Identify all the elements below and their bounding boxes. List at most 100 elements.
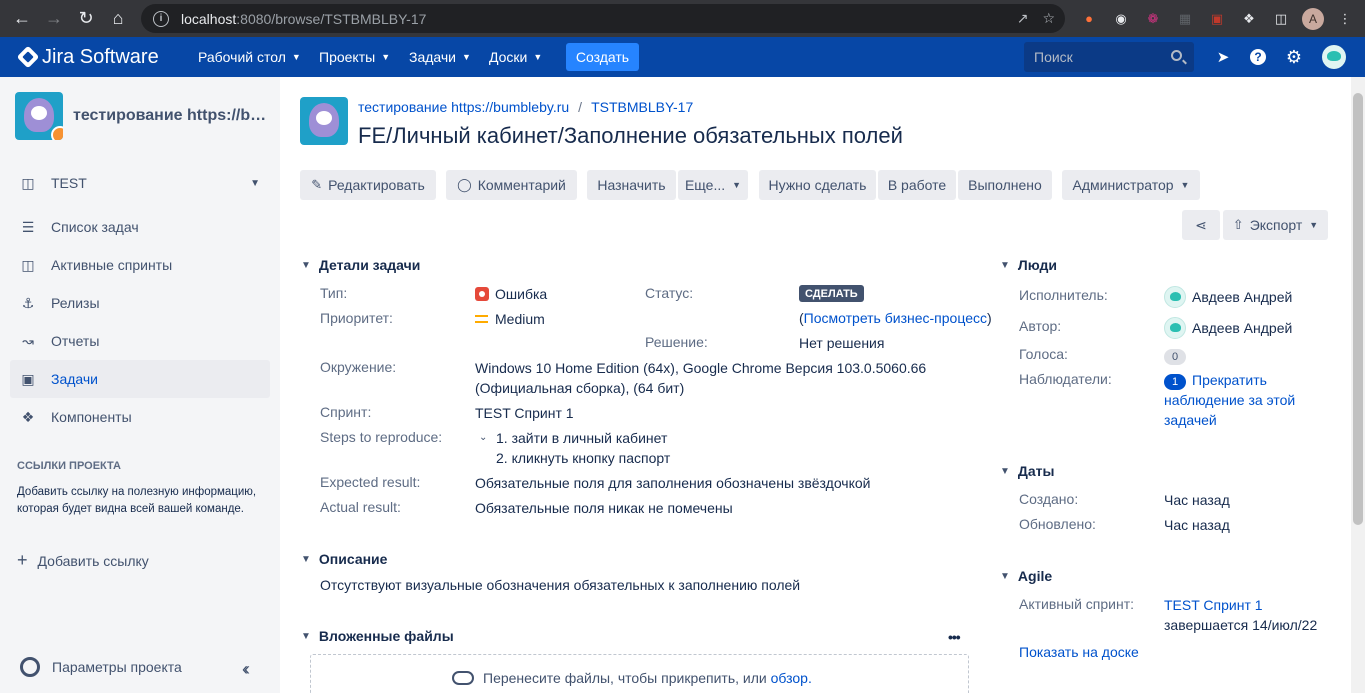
menu-issues[interactable]: Задачи ▼ [409, 37, 471, 77]
environment-value[interactable]: Windows 10 Home Edition (64x), Google Ch… [475, 358, 935, 398]
admin-button[interactable]: Администратор ▼ [1062, 170, 1200, 200]
resolution-value: Нет решения [799, 335, 885, 351]
transition-todo-button[interactable]: Нужно сделать [759, 170, 876, 200]
description-section-toggle[interactable]: ▼ Описание [301, 551, 387, 567]
forward-icon[interactable]: → [38, 0, 70, 37]
sidebar-item-label: Список задач [51, 219, 139, 235]
menu-projects[interactable]: Проекты ▼ [319, 37, 390, 77]
more-actions-button[interactable]: Еще... ▼ [678, 170, 748, 200]
issue-title[interactable]: FE/Личный кабинет/Заполнение обязательны… [358, 123, 903, 149]
project-name[interactable]: тестирование https://bumbleby.ru [73, 107, 269, 125]
chevron-down-icon: ▼ [533, 52, 543, 62]
details-section-toggle[interactable]: ▼ Детали задачи [301, 257, 420, 273]
menu-projects-label: Проекты [319, 49, 376, 65]
extension-fire-icon[interactable]: ● [1078, 8, 1100, 30]
settings-gear-icon[interactable]: ⚙ [1284, 47, 1304, 67]
back-icon[interactable]: ← [6, 0, 38, 37]
bug-icon [475, 287, 489, 301]
browse-files-link[interactable]: обзор. [771, 670, 812, 686]
jira-top-nav: Jira Software Рабочий стол ▼ Проекты ▼ Зад… [0, 37, 1365, 77]
breadcrumb: тестирование https://bumbleby.ru / TSTBM… [358, 99, 693, 115]
attachments-more-icon[interactable]: ••• [948, 627, 961, 647]
stop-watching-link[interactable]: Прекратить наблюдение за этой задачей [1164, 370, 1324, 430]
dates-heading: Даты [1017, 463, 1055, 479]
agile-section-toggle[interactable]: ▼ Agile [1000, 568, 1052, 584]
address-bar[interactable]: i localhost:8080/browse/TSTBMBLBY-17 ↗ ☆ [141, 4, 1065, 33]
sprint-value[interactable]: TEST Спринт 1 [475, 403, 574, 423]
sidebar-item-components[interactable]: ❖ Компоненты [10, 398, 270, 436]
chevron-down-icon: ▼ [1000, 259, 1010, 271]
view-workflow-link[interactable]: Посмотреть бизнес-процесс [804, 310, 987, 326]
url-host: localhost [181, 10, 237, 27]
breadcrumb-issue-key[interactable]: TSTBMBLBY-17 [591, 99, 693, 115]
sidebar-item-active-sprints[interactable]: ◫ Активные спринты [10, 246, 270, 284]
scrollbar-thumb[interactable] [1353, 93, 1363, 525]
description-text[interactable]: Отсутствуют визуальные обозначения обяза… [320, 575, 800, 595]
side-panel-icon[interactable]: ◫ [1270, 8, 1292, 30]
actual-result-label: Actual result: [320, 499, 401, 515]
attachments-heading: Вложенные файлы [318, 628, 454, 644]
board-selector[interactable]: ◫ TEST ▼ [10, 164, 270, 202]
export-button[interactable]: ⇧ Экспорт ▼ [1223, 210, 1328, 240]
profile-avatar[interactable]: A [1302, 7, 1324, 30]
project-avatar[interactable] [15, 92, 63, 140]
active-sprint-link[interactable]: TEST Спринт 1 [1164, 595, 1263, 615]
page-scrollbar[interactable] [1351, 77, 1365, 693]
transition-in-progress-button[interactable]: В работе [878, 170, 956, 200]
comment-label: Комментарий [477, 177, 566, 193]
extension-gear-pink-icon[interactable]: ❁ [1142, 8, 1164, 30]
votes-value[interactable]: 0 [1164, 345, 1186, 365]
steps-collapse-icon[interactable]: ⌄ [479, 428, 487, 448]
comment-button[interactable]: ◯ Комментарий [446, 170, 577, 200]
assignee-value[interactable]: Авдеев Андрей [1164, 286, 1292, 308]
home-icon[interactable]: ⌂ [102, 0, 134, 37]
actual-result-value[interactable]: Обязательные поля никак не помечены [475, 498, 733, 518]
steps-list[interactable]: 1. зайти в личный кабинет 2. кликнуть кн… [496, 428, 670, 468]
search-input[interactable]: Поиск [1024, 42, 1194, 72]
people-section-toggle[interactable]: ▼ Люди [1000, 257, 1057, 273]
bookmark-star-icon[interactable]: ☆ [1042, 10, 1055, 27]
collapse-sidebar-icon[interactable]: ‹‹ [242, 659, 250, 680]
project-avatar-small[interactable] [300, 97, 348, 145]
share-icon[interactable]: ↗ [1017, 10, 1029, 27]
assign-button[interactable]: Назначить [587, 170, 676, 200]
sidebar-item-releases[interactable]: ⚓ Релизы [10, 284, 270, 322]
add-link-button[interactable]: + Добавить ссылку [17, 550, 149, 571]
site-info-icon[interactable]: i [153, 10, 169, 27]
extension-pdf-icon[interactable]: ▣ [1206, 8, 1228, 30]
create-button[interactable]: Создать [566, 43, 639, 71]
chevron-down-icon: ▼ [1000, 465, 1010, 477]
votes-label: Голоса: [1019, 346, 1068, 362]
user-avatar[interactable] [1322, 45, 1346, 69]
jira-logo[interactable]: Jira Software [16, 37, 159, 77]
reload-icon[interactable]: ↻ [70, 0, 102, 37]
project-settings-link[interactable]: Параметры проекта [20, 657, 182, 677]
menu-boards[interactable]: Доски ▼ [489, 37, 542, 77]
extension-globe-icon[interactable]: ◉ [1110, 8, 1132, 30]
type-value[interactable]: Ошибка [475, 284, 547, 304]
active-sprint-label: Активный спринт: [1019, 596, 1135, 612]
sidebar-item-reports[interactable]: ↝ Отчеты [10, 322, 270, 360]
share-button[interactable]: ⋖ [1182, 210, 1220, 240]
assignee-name: Авдеев Андрей [1192, 289, 1293, 305]
dates-section-toggle[interactable]: ▼ Даты [1000, 463, 1054, 479]
notifications-megaphone-icon[interactable]: ➤ [1213, 47, 1233, 67]
sidebar-item-backlog[interactable]: ☰ Список задач [10, 208, 270, 246]
reporter-value[interactable]: Авдеев Андрей [1164, 317, 1292, 339]
browser-menu-icon[interactable]: ⋮ [1334, 8, 1356, 30]
help-icon[interactable]: ? [1250, 49, 1266, 65]
ship-icon: ⚓ [21, 294, 35, 311]
transition-done-button[interactable]: Выполнено [958, 170, 1052, 200]
chevron-down-icon: ▼ [250, 177, 260, 189]
edit-button[interactable]: ✎ Редактировать [300, 170, 436, 200]
sidebar-item-label: Задачи [51, 371, 99, 387]
extensions-puzzle-icon[interactable]: ❖ [1238, 8, 1260, 30]
expected-result-value[interactable]: Обязательные поля для заполнения обознач… [475, 473, 870, 493]
attachments-section-toggle[interactable]: ▼ Вложенные файлы [301, 628, 454, 644]
view-on-board-link[interactable]: Показать на доске [1019, 642, 1139, 662]
extension-grid-icon[interactable]: ▦ [1174, 8, 1196, 30]
priority-value[interactable]: Medium [475, 309, 545, 329]
sidebar-item-issues[interactable]: ▣ Задачи [10, 360, 270, 398]
menu-dashboard[interactable]: Рабочий стол ▼ [198, 37, 301, 77]
breadcrumb-project[interactable]: тестирование https://bumbleby.ru [358, 99, 569, 115]
